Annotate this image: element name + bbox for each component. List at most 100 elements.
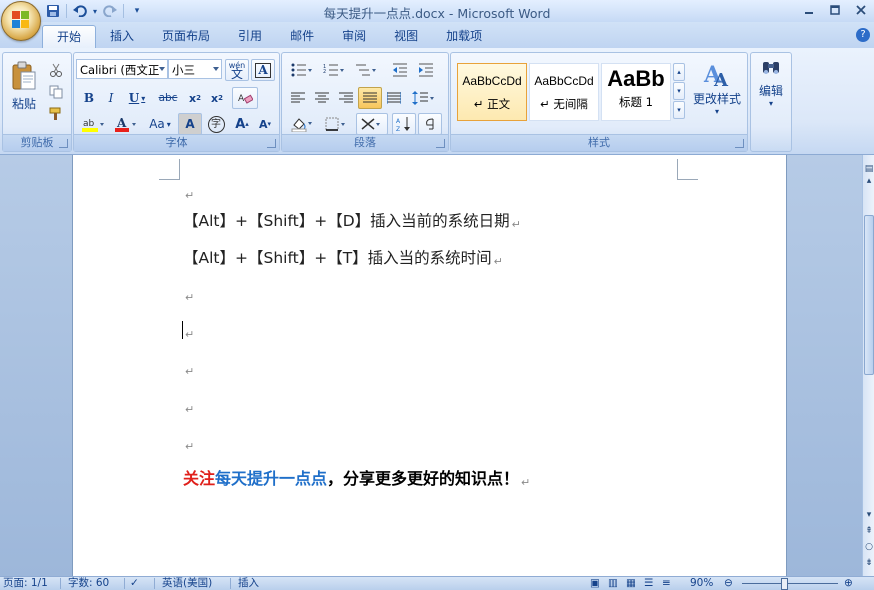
shrink-font-button[interactable]: A ▾ (254, 113, 276, 135)
style-no-spacing[interactable]: AaBbCcDd ↵ 无间隔 (529, 63, 599, 121)
paragraph-mark: ↵ (185, 440, 195, 453)
subscript-button[interactable]: x2 (184, 87, 206, 109)
proofing-icon[interactable]: ✓ (130, 577, 139, 590)
style-normal[interactable]: AaBbCcDd ↵ 正文 (457, 63, 527, 121)
borders-button[interactable] (320, 113, 352, 135)
styles-group: AaBbCcDd ↵ 正文 AaBbCcDd ↵ 无间隔 AaBb 标题 1 ▴… (450, 52, 748, 152)
increase-indent-icon (419, 63, 433, 77)
bold-button[interactable]: B (78, 87, 100, 109)
tab-references[interactable]: 引用 (224, 25, 276, 48)
format-painter-icon[interactable] (45, 103, 67, 125)
view-web-layout-icon[interactable]: ▦ (626, 577, 636, 590)
ruler-toggle-icon[interactable]: ▤ (863, 163, 874, 175)
text-highlight-button[interactable]: ab (78, 113, 108, 135)
grow-font-button[interactable]: A ▴ (231, 113, 253, 135)
strikethrough-button[interactable]: abc (154, 87, 182, 109)
zoom-out-icon[interactable]: ⊖ (724, 577, 733, 590)
zoom-slider[interactable] (742, 583, 838, 584)
select-browse-object-icon[interactable]: ○ (863, 541, 874, 553)
empty-paragraph[interactable]: ↵ (183, 359, 194, 378)
next-page-icon[interactable]: ⇟ (863, 557, 874, 569)
tab-page-layout[interactable]: 页面布局 (148, 25, 224, 48)
align-center-button[interactable] (310, 87, 334, 109)
status-zoom-level[interactable]: 90% (690, 577, 713, 590)
align-right-button[interactable] (334, 87, 358, 109)
clipboard-dialog-launcher[interactable] (59, 139, 68, 148)
status-language[interactable]: 英语(美国) (162, 577, 212, 590)
multilevel-list-button[interactable] (350, 59, 382, 81)
zoom-slider-thumb[interactable] (781, 578, 788, 590)
font-size-combo[interactable]: 小三 (168, 59, 222, 79)
tab-mailings[interactable]: 邮件 (276, 25, 328, 48)
empty-paragraph[interactable]: ↵ (183, 285, 194, 304)
scroll-up-icon[interactable]: ▴ (863, 175, 874, 187)
status-page[interactable]: 页面: 1/1 (3, 577, 48, 590)
empty-paragraph[interactable]: ↵ (183, 322, 194, 341)
change-case-button[interactable]: Aa ▾ (144, 113, 176, 135)
empty-paragraph[interactable]: ↵ (183, 397, 194, 416)
scrollbar-thumb[interactable] (864, 215, 874, 375)
zoom-in-icon[interactable]: ⊕ (844, 577, 853, 590)
italic-button[interactable]: I (100, 87, 122, 109)
paste-button[interactable]: 粘贴 (5, 55, 43, 117)
clear-formatting-button[interactable]: A (232, 87, 258, 109)
character-border-button[interactable]: A (251, 59, 275, 81)
view-draft-icon[interactable]: ≡ (662, 577, 671, 590)
previous-page-icon[interactable]: ⇞ (863, 525, 874, 537)
distributed-button[interactable] (382, 87, 406, 109)
increase-indent-button[interactable] (414, 59, 438, 81)
vertical-scrollbar[interactable]: ▤ ▴ ▾ ⇞ ○ ⇟ (862, 155, 874, 576)
tab-insert[interactable]: 插入 (96, 25, 148, 48)
help-icon[interactable]: ? (856, 28, 870, 42)
paragraph-dialog-launcher[interactable] (436, 139, 445, 148)
status-insert-mode[interactable]: 插入 (238, 577, 259, 590)
cut-icon[interactable] (45, 59, 67, 81)
tab-view[interactable]: 视图 (380, 25, 432, 48)
tab-review[interactable]: 审阅 (328, 25, 380, 48)
change-styles-button[interactable]: AA 更改样式 ▾ (689, 57, 745, 131)
enclose-characters-button[interactable]: 字 (204, 113, 228, 135)
document-line-date[interactable]: 【Alt】+【Shift】+【D】插入当前的系统日期 ↵ (183, 209, 521, 231)
underline-button[interactable]: U ▾ (123, 87, 151, 109)
decrease-indent-button[interactable] (388, 59, 412, 81)
promo-line[interactable]: 关注每天提升一点点，分享更多更好的知识点！ ↵ (183, 465, 530, 489)
style-heading-1[interactable]: AaBb 标题 1 (601, 63, 671, 121)
tab-home[interactable]: 开始 (42, 25, 97, 49)
empty-paragraph[interactable]: ↵ (183, 434, 194, 453)
chinese-layout-button[interactable] (356, 113, 388, 135)
bullets-button[interactable] (286, 59, 318, 81)
status-word-count[interactable]: 字数: 60 (68, 577, 109, 590)
superscript-button[interactable]: x2 (206, 87, 228, 109)
font-name-combo[interactable]: Calibri (西文正 (76, 59, 168, 79)
tab-addins[interactable]: 加载项 (432, 25, 496, 48)
maximize-icon[interactable] (826, 2, 844, 18)
justify-button[interactable] (358, 87, 382, 109)
styles-more-button[interactable]: ▾ (673, 101, 685, 119)
sort-button[interactable]: AZ (392, 113, 416, 135)
document-page[interactable]: ↵ 【Alt】+【Shift】+【D】插入当前的系统日期 ↵ 【Alt】+【Shi… (72, 155, 787, 576)
font-dialog-launcher[interactable] (267, 139, 276, 148)
numbering-button[interactable]: 12 (318, 59, 350, 81)
show-hide-marks-button[interactable] (418, 113, 442, 135)
styles-dialog-launcher[interactable] (735, 139, 744, 148)
font-color-button[interactable]: A (110, 113, 140, 135)
view-outline-icon[interactable]: ☰ (644, 577, 653, 590)
editing-button[interactable]: 编辑 ▾ (753, 57, 789, 131)
promo-brand: 每天提升一点点 (215, 469, 328, 488)
view-print-layout-icon[interactable]: ▣ (590, 577, 600, 590)
office-button[interactable] (1, 1, 41, 41)
styles-scroll-up-button[interactable]: ▴ (673, 63, 685, 81)
align-left-button[interactable] (286, 87, 310, 109)
close-icon[interactable] (852, 2, 870, 18)
character-shading-button[interactable]: A (178, 113, 202, 135)
scroll-down-icon[interactable]: ▾ (863, 509, 874, 521)
document-line-time[interactable]: 【Alt】+【Shift】+【T】插入当的系统时间 ↵ (183, 246, 503, 268)
view-full-screen-icon[interactable]: ▥ (608, 577, 618, 590)
shading-button[interactable] (286, 113, 318, 135)
copy-icon[interactable] (45, 81, 67, 103)
styles-scroll-down-button[interactable]: ▾ (673, 82, 685, 100)
phonetic-guide-button[interactable]: wén 文 (225, 59, 249, 81)
minimize-icon[interactable] (800, 2, 818, 18)
line-spacing-button[interactable] (408, 87, 440, 109)
empty-paragraph[interactable]: ↵ (183, 183, 194, 202)
